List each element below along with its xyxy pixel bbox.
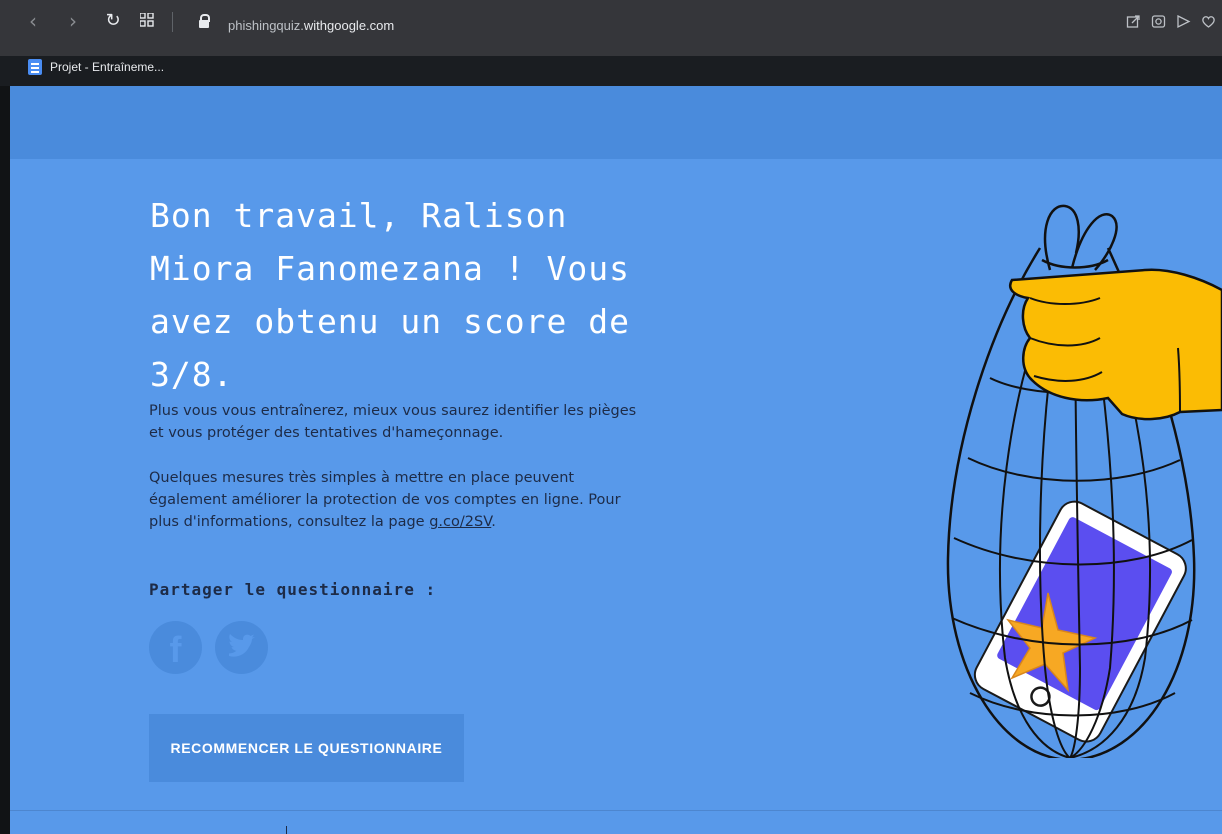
security-paragraph: Quelques mesures très simples à mettre e… [149,467,649,533]
apps-icon[interactable] [136,8,158,30]
document-icon [28,59,42,75]
share-label: Partager le questionnaire : [149,580,437,599]
url-domain: withgoogle.com [303,18,395,33]
footer-divider [10,810,1222,811]
toolbar-actions [1126,14,1216,33]
window-edge [0,86,10,834]
restart-quiz-button[interactable]: RECOMMENCER LE QUESTIONNAIRE [149,714,464,782]
address-bar[interactable]: phishingquiz.withgoogle.com [228,18,394,33]
back-icon[interactable]: ‹ [22,10,44,32]
reload-icon[interactable]: ↻ [102,10,124,32]
footer-mark [286,826,287,834]
toolbar-divider [172,12,173,32]
share-icon[interactable] [1126,14,1141,33]
2sv-link[interactable]: g.co/2SV [429,514,491,530]
bookmark-item[interactable]: Projet - Entraîneme... [28,56,164,78]
lock-icon[interactable] [199,14,210,28]
screenshot-icon[interactable] [1151,14,1166,33]
quiz-result-page: Bon travail, Ralison Miora Fanomezana ! … [10,86,1222,834]
send-icon[interactable] [1176,14,1191,33]
hand-net-phone-illustration [946,204,1222,758]
url-prefix: phishingquiz. [228,18,304,33]
security-paragraph-end: . [491,514,496,530]
page-header [10,86,1222,159]
facebook-icon[interactable]: f [149,621,202,674]
forward-icon[interactable]: › [62,10,84,32]
training-paragraph: Plus vous vous entraînerez, mieux vous s… [149,403,637,441]
security-paragraph-text: Quelques mesures très simples à mettre e… [149,470,621,530]
heart-icon[interactable] [1201,14,1216,33]
bookmark-label: Projet - Entraîneme... [50,60,165,74]
result-title: Bon travail, Ralison Miora Fanomezana ! … [150,196,630,394]
browser-toolbar: ‹ › ↻ phishingquiz.withgoogle.com Projet… [0,0,1222,75]
twitter-icon[interactable] [215,621,268,674]
facebook-glyph: f [169,629,182,670]
